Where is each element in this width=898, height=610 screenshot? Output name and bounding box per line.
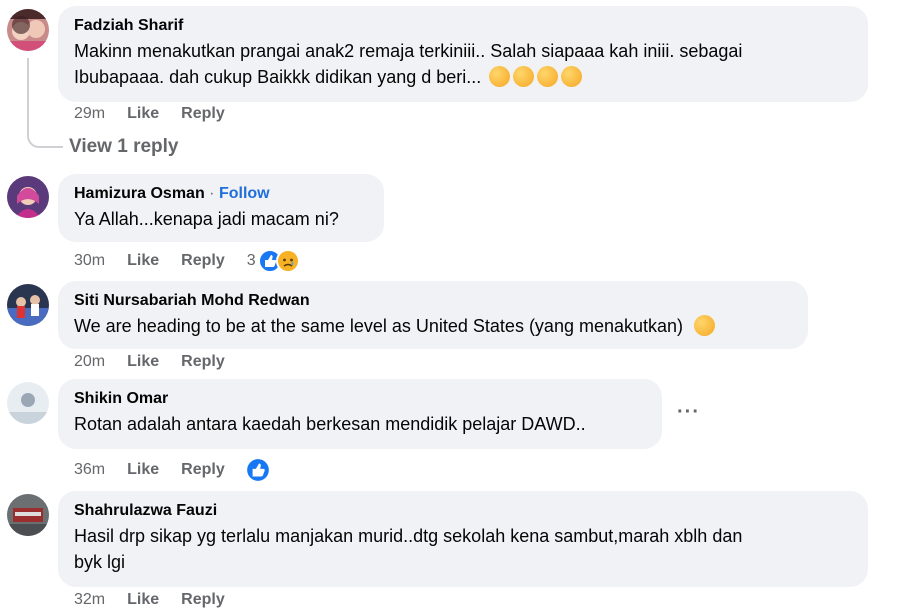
disappointed-emoji-icon [694,315,716,336]
avatar[interactable] [7,284,49,326]
comment-actions: 32m Like Reply [74,590,247,610]
comment-text: We are heading to be at the same level a… [74,313,792,339]
avatar[interactable] [7,494,49,536]
avatar[interactable] [7,382,49,424]
comment-time[interactable]: 20m [74,352,105,372]
separator-dot: · [209,185,215,202]
comment-actions: 30m Like Reply 3 [74,249,322,273]
comment-text-line: Makinn menakutkan prangai anak2 remaja t… [74,41,743,61]
comment-bubble: Fadziah Sharif Makinn menakutkan prangai… [58,6,868,102]
comment-text-line: Ibubapaaa. dah cukup Baikkk didikan yang… [74,67,482,87]
like-reaction-icon[interactable] [244,457,271,483]
comment-text-line: We are heading to be at the same level a… [74,316,684,336]
kiss-emoji-icon [561,66,583,87]
comment-time[interactable]: 30m [74,251,105,271]
reply-button[interactable]: Reply [181,352,225,372]
comment-actions: 20m Like Reply [74,352,247,372]
like-button[interactable]: Like [127,251,159,271]
comment-author[interactable]: Shikin Omar [74,389,646,409]
kiss-emoji-icon [513,66,535,87]
comment-author[interactable]: Shahrulazwa Fauzi [74,501,852,521]
kiss-emoji-icon [537,66,559,87]
like-button[interactable]: Like [127,590,159,610]
avatar[interactable] [7,176,49,218]
comment-text-line: Hasil drp sikap yg terlalu manjakan muri… [74,526,743,546]
like-button[interactable]: Like [127,104,159,124]
comment-author-row: Hamizura Osman · Follow [74,184,368,204]
comment-bubble: Shahrulazwa Fauzi Hasil drp sikap yg ter… [58,491,868,587]
reply-button[interactable]: Reply [181,251,225,271]
comment-time[interactable]: 36m [74,460,105,480]
more-options-icon[interactable]: ··· [677,401,700,424]
comment-text-line: byk lgi [74,552,126,572]
comment-bubble: Siti Nursabariah Mohd Redwan We are head… [58,281,808,349]
comment-actions: 29m Like Reply [74,104,247,124]
comment-author[interactable]: Hamizura Osman [74,185,205,202]
comment-author[interactable]: Siti Nursabariah Mohd Redwan [74,291,792,311]
reply-button[interactable]: Reply [181,590,225,610]
comment-text: Makinn menakutkan prangai anak2 remaja t… [74,38,852,90]
reaction-count: 3 [246,252,256,269]
comment-text: Rotan adalah antara kaedah berkesan mend… [74,414,586,434]
sad-reaction-icon [275,249,300,273]
avatar[interactable] [7,9,49,51]
view-replies-link[interactable]: View 1 reply [69,136,179,158]
like-button[interactable]: Like [127,352,159,372]
comment-author[interactable]: Fadziah Sharif [74,16,852,36]
reply-thread-line [27,58,63,148]
reaction-summary[interactable]: 3 [247,249,300,273]
comment-text: Hasil drp sikap yg terlalu manjakan muri… [74,523,852,575]
comment-actions: 36m Like Reply [74,457,271,483]
comment-time[interactable]: 29m [74,104,105,124]
follow-button[interactable]: Follow [219,185,270,202]
like-button[interactable]: Like [127,460,159,480]
comment-time[interactable]: 32m [74,590,105,610]
reply-button[interactable]: Reply [181,460,225,480]
comment-bubble: Hamizura Osman · Follow Ya Allah...kenap… [58,174,384,242]
kiss-emoji-icon [489,66,511,87]
reply-button[interactable]: Reply [181,104,225,124]
comment-bubble: Shikin Omar Rotan adalah antara kaedah b… [58,379,662,449]
comment-text: Ya Allah...kenapa jadi macam ni? [74,209,339,229]
